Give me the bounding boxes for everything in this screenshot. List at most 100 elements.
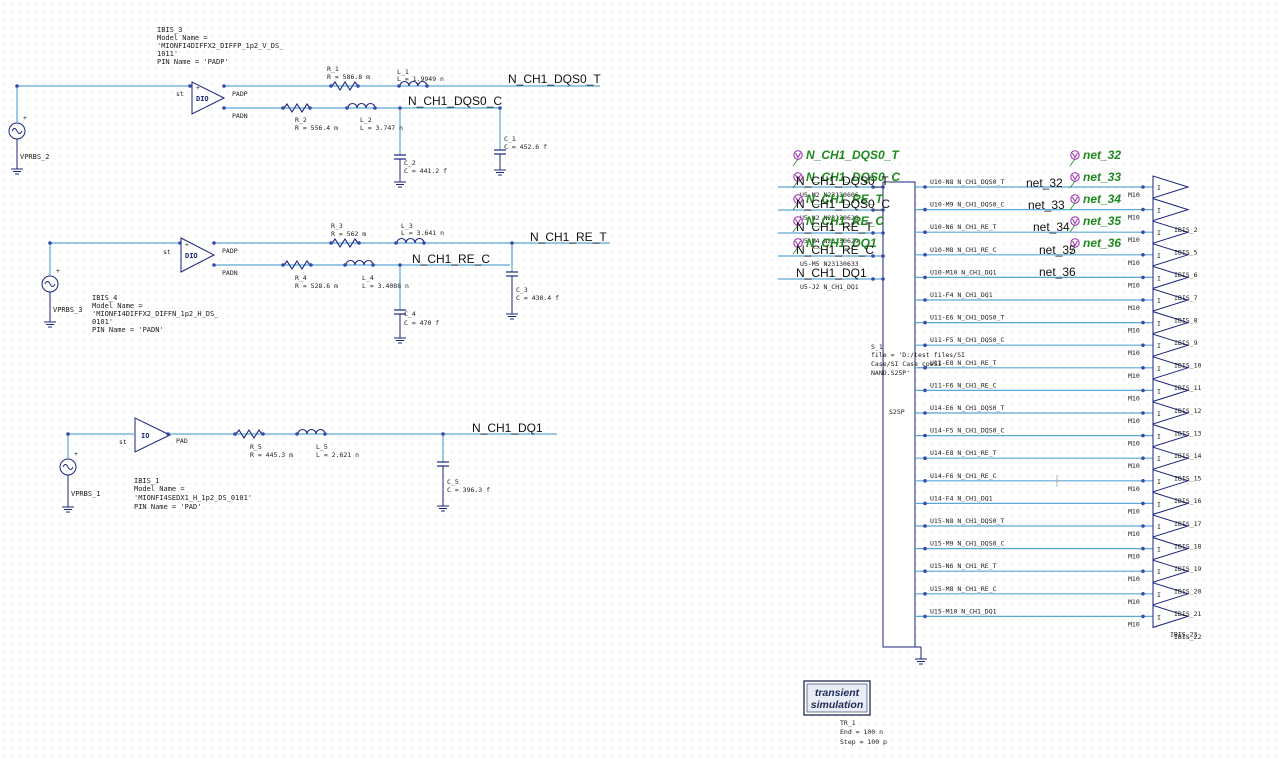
l5-value: L = 2.621 n xyxy=(316,451,359,459)
port-dot xyxy=(923,433,927,438)
l4-name: L_4 xyxy=(362,274,374,282)
ibis-input-symbol: I xyxy=(1157,342,1161,350)
model-m10-label: M10 xyxy=(1128,553,1140,561)
net-label-re-t[interactable]: N_CH1_RE_T xyxy=(530,230,607,244)
r2-value: R = 556.4 m xyxy=(295,124,338,132)
ibis-label: IBIS_5 xyxy=(1174,249,1198,257)
s25p-type: S25P xyxy=(889,408,905,416)
ibis-label: IBIS_19 xyxy=(1174,565,1201,573)
r4-value: R = 528.6 m xyxy=(295,282,338,290)
inductor-l5[interactable] xyxy=(297,428,326,435)
port-dot xyxy=(1141,614,1145,619)
port-dot xyxy=(923,343,927,348)
wire[interactable] xyxy=(16,85,190,122)
port-dot xyxy=(1141,207,1145,212)
ibis-label: IBIS_18 xyxy=(1174,542,1201,550)
buffer-plus: + xyxy=(185,241,189,249)
pad-label: PAD xyxy=(176,437,188,445)
schematic-svg[interactable]: IBIS_3 Model Name = 'MIONFI4DIFFX2_DIFFP… xyxy=(0,0,1281,756)
r1-name: R_1 xyxy=(327,65,339,73)
c1-value: C = 452.6 f xyxy=(504,143,547,151)
port-dot xyxy=(1141,592,1145,596)
ibis-input-symbol: I xyxy=(1157,433,1161,441)
port-dot xyxy=(1141,366,1145,370)
inductor-l2[interactable] xyxy=(347,102,376,109)
right-pin-label: U10-M8 N_CH1_RE_C xyxy=(930,246,997,254)
c3-value: C = 430.4 f xyxy=(516,294,559,302)
tran-line-2: Step = 100 p xyxy=(840,738,887,746)
port-dot xyxy=(923,411,927,415)
wire[interactable] xyxy=(49,242,180,275)
port-dot xyxy=(1141,524,1145,528)
ground-icon xyxy=(10,164,24,175)
ground-icon xyxy=(914,654,928,665)
port-dot xyxy=(923,546,927,551)
schematic-canvas[interactable]: IBIS_3 Model Name = 'MIONFI4DIFFX2_DIFFP… xyxy=(0,0,1281,756)
source-vprbs2-wave xyxy=(11,128,23,134)
right-pin-label: U14-F6 N_CH1_RE_C xyxy=(930,472,997,480)
net-label-re-c[interactable]: N_CH1_RE_C xyxy=(412,252,490,266)
net-label-dqs0-t[interactable]: N_CH1_DQS0_T xyxy=(508,72,601,86)
tran-title-1: transient xyxy=(815,687,860,699)
ground-icon xyxy=(436,501,450,512)
io-symbol: IO xyxy=(141,432,149,440)
wire[interactable] xyxy=(399,108,501,155)
net-label-dq1[interactable]: N_CH1_DQ1 xyxy=(472,421,543,435)
ibis4-line-4: PIN Name = 'PADN' xyxy=(92,326,164,334)
right-pin-label: U11-F4 N_CH1_DQ1 xyxy=(930,291,993,299)
r5-name: R_5 xyxy=(250,443,262,451)
model-m10-label: M10 xyxy=(1128,214,1140,222)
pin-plus: + xyxy=(56,267,60,275)
ibis-input-symbol: I xyxy=(1157,591,1161,599)
inductor-l3[interactable] xyxy=(396,237,425,244)
ibis3-line-0: IBIS_3 xyxy=(157,26,182,34)
l1-value: L = 1.9949 n xyxy=(397,75,444,83)
inductor-l4[interactable] xyxy=(345,259,374,266)
net-overlay-left: N_CH1_DQS0_T xyxy=(796,174,889,188)
source-vprbs1-wave xyxy=(62,464,74,470)
model-m10-label: M10 xyxy=(1128,349,1140,357)
port-dot xyxy=(1141,253,1145,257)
model-m10-label: M10 xyxy=(1128,575,1140,583)
l3-value: L = 3.641 n xyxy=(401,229,444,237)
padp-label: PADP xyxy=(222,247,238,255)
padn-label: PADN xyxy=(232,112,248,120)
port-dot xyxy=(923,501,927,506)
buffer-plus: + xyxy=(196,84,200,92)
net-tag-right: net_36 xyxy=(1083,236,1121,250)
transient-simulation-block[interactable]: transient simulation TR_1 End = 100 n St… xyxy=(803,680,887,746)
ibis-label: IBIS_6 xyxy=(1174,271,1198,279)
right-pin-label: U15-M8 N_CH1_RE_C xyxy=(930,585,997,593)
ibis-label: IBIS_10 xyxy=(1174,362,1201,370)
model-m10-label: M10 xyxy=(1128,417,1140,425)
net-overlay-left: N_CH1_DQS0_C xyxy=(796,197,890,211)
ibis-label: IBIS_13 xyxy=(1174,429,1201,437)
port-dot xyxy=(1141,388,1145,393)
model-m10-label: M10 xyxy=(1128,530,1140,538)
wire[interactable] xyxy=(168,433,557,462)
ibis1-line-3: PIN Name = 'PAD' xyxy=(134,503,201,511)
model-m10-label: M10 xyxy=(1128,191,1140,199)
port-dot xyxy=(1141,275,1145,280)
right-pin-label: U15-M9 N_CH1_DQS0_C xyxy=(930,540,1004,548)
ibis-input-symbol: I xyxy=(1157,252,1161,260)
circuit-dqs0: IBIS_3 Model Name = 'MIONFI4DIFFX2_DIFFP… xyxy=(8,26,601,188)
left-pin-label: U5-J2 N_CH1_DQ1 xyxy=(800,283,859,291)
sparam-line-3: NAND.S25P' xyxy=(871,369,910,377)
model-m10-label: M10 xyxy=(1128,259,1140,267)
ibis-label: IBIS_9 xyxy=(1174,339,1198,347)
ibis-label: IBIS_15 xyxy=(1174,475,1201,483)
ibis-label: IBIS_12 xyxy=(1174,407,1201,415)
net-label-dqs0-c[interactable]: N_CH1_DQS0_C xyxy=(408,94,502,108)
model-m10-label: M10 xyxy=(1128,281,1140,289)
port-dot xyxy=(923,592,927,596)
ibis-label: IBIS_2 xyxy=(1174,226,1198,234)
tran-line-0: TR_1 xyxy=(840,719,856,727)
right-port-group: U10-N8 N_CH1_DQS0_T M10 I U10-M9 N_CH1_DQS0… xyxy=(915,148,1201,641)
port-dot xyxy=(923,614,927,619)
ibis-input-symbol: I xyxy=(1157,274,1161,282)
right-pin-label: U10-N6 N_CH1_RE_T xyxy=(930,223,997,231)
net-overlay-right: net_36 xyxy=(1039,265,1076,279)
ibis-label: IBIS_7 xyxy=(1174,294,1198,302)
ibis-label: IBIS_16 xyxy=(1174,497,1201,505)
